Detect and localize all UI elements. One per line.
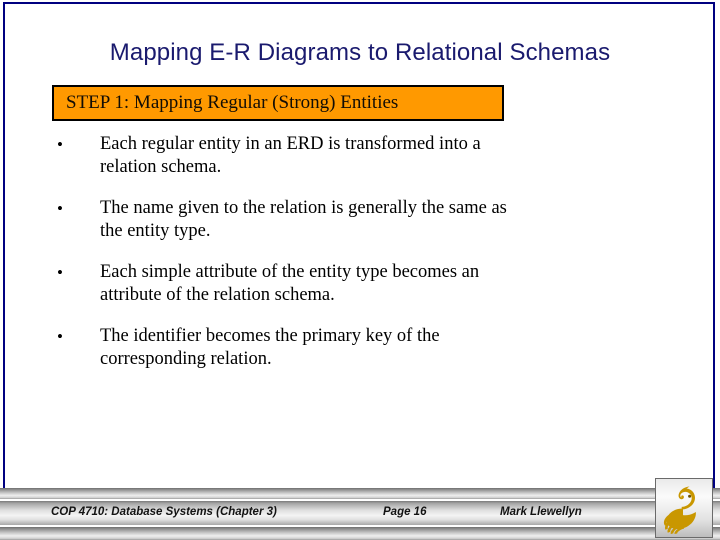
bullet-point-icon: • (57, 199, 63, 218)
footer-author-label: Mark Llewellyn (500, 506, 582, 518)
footer-bar-bottom (0, 527, 720, 540)
list-item-body: Each simple attribute of the entity type… (100, 262, 480, 282)
list-item: • The identifier becomes the primary key… (52, 325, 652, 371)
footer-bar-top (0, 488, 720, 499)
footer-page-number: Page 16 (383, 506, 427, 518)
slide-footer: COP 4710: Database Systems (Chapter 3) P… (0, 488, 720, 540)
bullet-list: • Each regular entity in an ERD is trans… (52, 133, 652, 371)
bullet-point-icon: • (57, 135, 63, 154)
list-item-tail: relation schema. (100, 157, 222, 177)
slide-canvas: Mapping E-R Diagrams to Relational Schem… (0, 0, 720, 540)
step-banner: STEP 1: Mapping Regular (Strong) Entitie… (52, 85, 504, 121)
slide-title: Mapping E-R Diagrams to Relational Schem… (109, 39, 611, 66)
bullet-point-icon: • (57, 263, 63, 282)
list-item-tail: the entity type. (100, 221, 211, 241)
list-item: • Each regular entity in an ERD is trans… (52, 133, 652, 179)
slide-border-top (3, 2, 715, 4)
list-item-text: Each simple attribute of the entity type… (100, 261, 652, 307)
pegasus-logo (655, 478, 713, 538)
list-item-body: The identifier becomes the primary key o… (100, 326, 440, 346)
footer-course-label: COP 4710: Database Systems (Chapter 3) (51, 506, 277, 518)
step-banner-label: STEP 1: Mapping Regular (Strong) Entitie… (66, 92, 399, 113)
bullet-point-icon: • (57, 327, 63, 346)
list-item-text: The name given to the relation is genera… (100, 197, 652, 243)
list-item: • Each simple attribute of the entity ty… (52, 261, 652, 307)
list-item-tail: corresponding relation. (100, 349, 272, 369)
slide-border-left (3, 2, 5, 491)
list-item-text: Each regular entity in an ERD is transfo… (100, 133, 652, 179)
slide-border-right (713, 2, 715, 491)
list-item: • The name given to the relation is gene… (52, 197, 652, 243)
list-item-text: The identifier becomes the primary key o… (100, 325, 652, 371)
list-item-tail: attribute of the relation schema. (100, 285, 335, 305)
list-item-body: The name given to the relation is genera… (100, 198, 507, 218)
pegasus-icon (663, 486, 696, 535)
list-item-body: Each regular entity in an ERD is transfo… (100, 134, 481, 154)
